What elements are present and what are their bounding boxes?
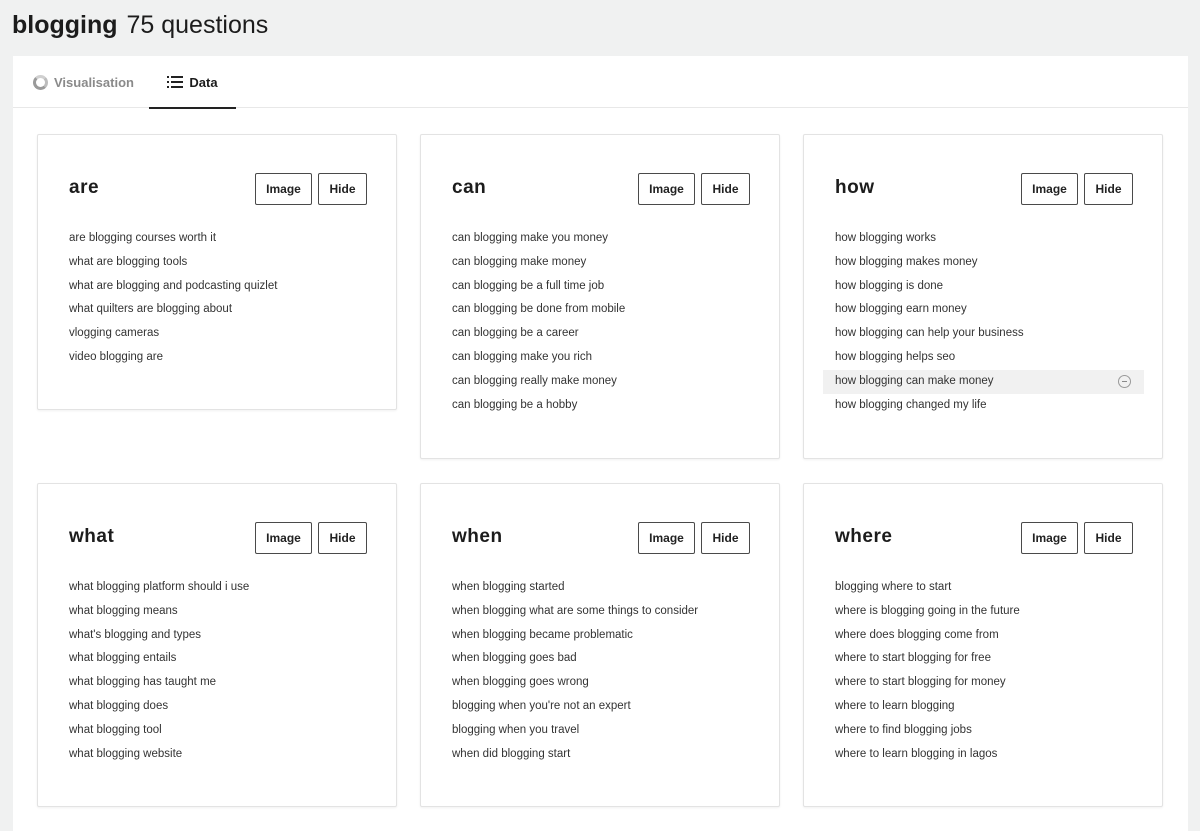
list-item[interactable]: where to learn blogging bbox=[835, 695, 1144, 719]
list-item[interactable]: can blogging be a hobby bbox=[452, 394, 761, 418]
list-item[interactable]: how blogging is done bbox=[835, 275, 1144, 299]
list-item[interactable]: what blogging platform should i use bbox=[69, 576, 378, 600]
list-item[interactable]: when blogging became problematic bbox=[452, 624, 761, 648]
hide-button[interactable]: Hide bbox=[318, 522, 367, 554]
list-item[interactable]: can blogging make money bbox=[452, 251, 761, 275]
list-item[interactable]: when blogging goes bad bbox=[452, 647, 761, 671]
list-item[interactable]: what quilters are blogging about bbox=[69, 298, 378, 322]
card-title: what bbox=[69, 526, 115, 547]
card-can: can Image Hide can blogging make you mon… bbox=[420, 134, 780, 459]
card-title: can bbox=[452, 177, 487, 198]
image-button[interactable]: Image bbox=[1021, 173, 1078, 205]
image-button[interactable]: Image bbox=[255, 173, 312, 205]
list-item[interactable]: can blogging really make money bbox=[452, 370, 761, 394]
list-item[interactable]: can blogging make you money bbox=[452, 227, 761, 251]
remove-circle-icon[interactable] bbox=[1118, 374, 1131, 388]
card-title: are bbox=[69, 177, 100, 198]
list-item[interactable]: what blogging tool bbox=[69, 719, 378, 743]
card-are: are Image Hide are blogging courses wort… bbox=[37, 134, 397, 410]
active-tab-indicator bbox=[149, 107, 236, 109]
list-item[interactable]: where does blogging come from bbox=[835, 624, 1144, 648]
list-item[interactable]: what blogging does bbox=[69, 695, 378, 719]
list-item[interactable]: when blogging what are some things to co… bbox=[452, 600, 761, 624]
list-item[interactable]: when blogging started bbox=[452, 576, 761, 600]
list-item[interactable]: when did blogging start bbox=[452, 743, 761, 767]
list-item[interactable]: where to start blogging for money bbox=[835, 671, 1144, 695]
list-item[interactable]: what blogging means bbox=[69, 600, 378, 624]
question-list: can blogging make you money can blogging… bbox=[452, 227, 761, 417]
question-list: when blogging started when blogging what… bbox=[452, 576, 761, 766]
list-item[interactable]: how blogging works bbox=[835, 227, 1144, 251]
list-item[interactable]: what blogging website bbox=[69, 743, 378, 767]
hide-button[interactable]: Hide bbox=[701, 522, 750, 554]
list-item[interactable]: can blogging be a full time job bbox=[452, 275, 761, 299]
list-item[interactable]: vlogging cameras bbox=[69, 322, 378, 346]
card-where: where Image Hide blogging where to start… bbox=[803, 483, 1163, 807]
image-button[interactable]: Image bbox=[638, 173, 695, 205]
question-list: what blogging platform should i use what… bbox=[69, 576, 378, 766]
list-item[interactable]: can blogging be done from mobile bbox=[452, 298, 761, 322]
hide-button[interactable]: Hide bbox=[1084, 522, 1133, 554]
list-item[interactable]: what blogging has taught me bbox=[69, 671, 378, 695]
tab-data-label: Data bbox=[189, 74, 218, 90]
list-item-hovered[interactable]: how blogging can make money bbox=[823, 369, 1144, 394]
image-button[interactable]: Image bbox=[638, 522, 695, 554]
list-item[interactable]: how blogging helps seo bbox=[835, 346, 1144, 370]
list-item[interactable]: blogging when you travel bbox=[452, 719, 761, 743]
list-item[interactable]: can blogging make you rich bbox=[452, 346, 761, 370]
question-list: blogging where to start where is bloggin… bbox=[835, 576, 1144, 766]
visualisation-icon bbox=[33, 74, 48, 90]
list-item[interactable]: what blogging entails bbox=[69, 647, 378, 671]
list-icon bbox=[167, 76, 184, 88]
list-item-text: how blogging can make money bbox=[835, 374, 994, 387]
image-button[interactable]: Image bbox=[1021, 522, 1078, 554]
page-title: blogging 75 questions bbox=[12, 10, 268, 40]
list-item[interactable]: how blogging makes money bbox=[835, 251, 1144, 275]
card-how: how Image Hide how blogging works how bl… bbox=[803, 134, 1163, 459]
list-item[interactable]: how blogging earn money bbox=[835, 298, 1144, 322]
results-panel: Visualisation Data are Image Hide are bl… bbox=[13, 56, 1188, 831]
list-item[interactable]: video blogging are bbox=[69, 346, 378, 370]
list-item[interactable]: blogging when you're not an expert bbox=[452, 695, 761, 719]
list-item[interactable]: what are blogging and podcasting quizlet bbox=[69, 275, 378, 299]
hide-button[interactable]: Hide bbox=[318, 173, 367, 205]
card-title: when bbox=[452, 526, 503, 547]
card-title: where bbox=[835, 526, 893, 547]
list-item[interactable]: how blogging changed my life bbox=[835, 394, 1144, 418]
tab-visualisation[interactable]: Visualisation bbox=[33, 56, 134, 108]
list-item[interactable]: can blogging be a career bbox=[452, 322, 761, 346]
hide-button[interactable]: Hide bbox=[701, 173, 750, 205]
list-item[interactable]: what's blogging and types bbox=[69, 624, 378, 648]
card-what: what Image Hide what blogging platform s… bbox=[37, 483, 397, 807]
card-when: when Image Hide when blogging started wh… bbox=[420, 483, 780, 807]
question-list: are blogging courses worth it what are b… bbox=[69, 227, 378, 370]
list-item[interactable]: blogging where to start bbox=[835, 576, 1144, 600]
card-title: how bbox=[835, 177, 875, 198]
list-item[interactable]: where to learn blogging in lagos bbox=[835, 743, 1144, 767]
tab-data[interactable]: Data bbox=[149, 56, 236, 109]
question-count: 75 questions bbox=[126, 11, 269, 39]
hide-button[interactable]: Hide bbox=[1084, 173, 1133, 205]
list-item[interactable]: where is blogging going in the future bbox=[835, 600, 1144, 624]
page-title-keyword: blogging bbox=[12, 11, 118, 39]
list-item[interactable]: where to find blogging jobs bbox=[835, 719, 1144, 743]
view-tabs: Visualisation Data bbox=[13, 56, 1188, 109]
list-item[interactable]: when blogging goes wrong bbox=[452, 671, 761, 695]
image-button[interactable]: Image bbox=[255, 522, 312, 554]
question-list: how blogging works how blogging makes mo… bbox=[823, 227, 1144, 418]
list-item[interactable]: where to start blogging for free bbox=[835, 647, 1144, 671]
list-item[interactable]: what are blogging tools bbox=[69, 251, 378, 275]
tab-visualisation-label: Visualisation bbox=[54, 74, 134, 90]
list-item[interactable]: how blogging can help your business bbox=[835, 322, 1144, 346]
list-item[interactable]: are blogging courses worth it bbox=[69, 227, 378, 251]
